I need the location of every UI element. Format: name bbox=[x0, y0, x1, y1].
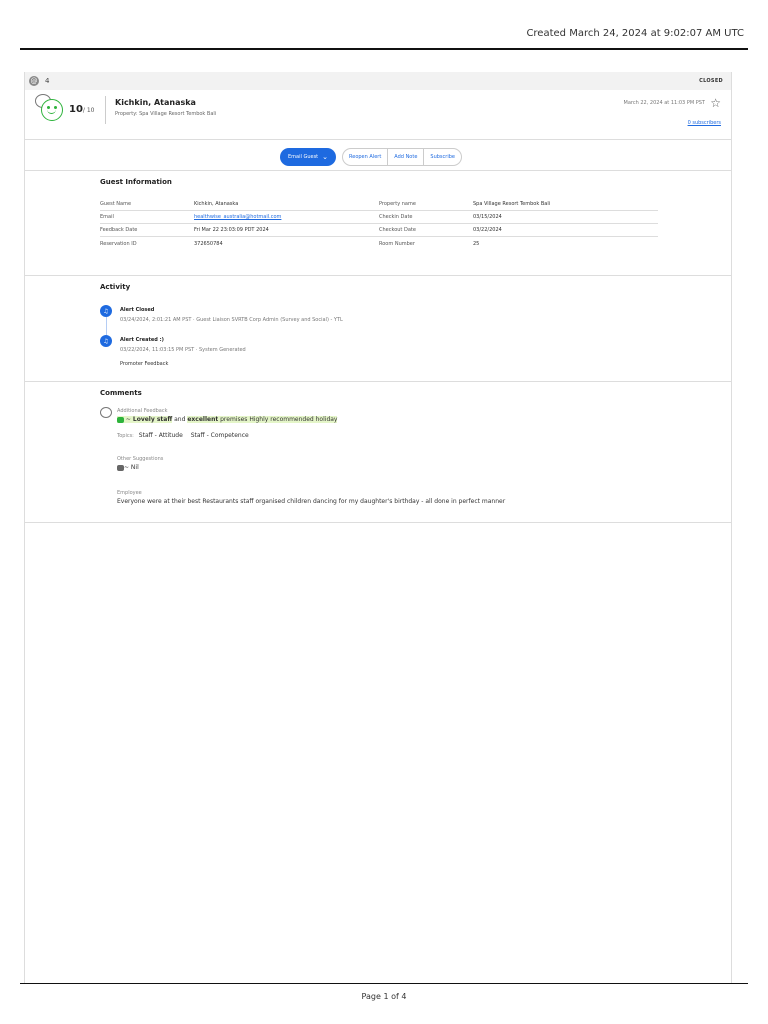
info-label: Property name bbox=[379, 201, 416, 207]
additional-feedback-text: ~ Lovely staff and excellent premises Hi… bbox=[117, 416, 338, 423]
score: 10/ 10 bbox=[69, 104, 95, 115]
topics: Topics: Staff - Attitude Staff - Compete… bbox=[117, 432, 255, 439]
alert-id-bar: @ 4 CLOSED bbox=[25, 72, 731, 90]
action-button-group: Reopen Alert Add Note Subscribe bbox=[342, 148, 462, 166]
activity-title: Activity bbox=[100, 283, 131, 291]
info-label: Checkin Date bbox=[379, 214, 413, 220]
topic-tag: Staff - Competence bbox=[190, 432, 249, 439]
employee-label: Employee bbox=[117, 490, 142, 496]
info-label: Email bbox=[100, 214, 114, 220]
info-row: Reservation ID 372650784 Room Number 25 bbox=[100, 237, 658, 250]
alert-id: 4 bbox=[45, 77, 50, 85]
guest-info-table: Guest Name Kichkin, Atanaska Property nam… bbox=[100, 198, 658, 250]
subscribers-link[interactable]: 0 subscribers bbox=[688, 120, 721, 126]
info-value: Spa Village Resort Tembok Bali bbox=[473, 201, 551, 207]
bell-icon: ♫ bbox=[100, 335, 112, 347]
created-timestamp: Created March 24, 2024 at 9:02:07 AM UTC bbox=[526, 28, 744, 39]
star-icon[interactable]: ☆ bbox=[710, 96, 721, 110]
positive-sentiment-icon bbox=[117, 416, 124, 423]
header-divider bbox=[105, 96, 106, 124]
info-label: Room Number bbox=[379, 240, 415, 247]
activity-meta: 03/22/2024, 11:03:15 PM PST · System Gen… bbox=[120, 347, 246, 353]
divider bbox=[24, 170, 732, 171]
smiley-icon bbox=[35, 94, 65, 124]
divider bbox=[24, 522, 732, 523]
alert-icon: @ bbox=[29, 76, 39, 86]
top-rule bbox=[20, 48, 748, 50]
employee-text: Everyone were at their best Restaurants … bbox=[117, 498, 506, 505]
info-label: Reservation ID bbox=[100, 240, 137, 247]
subscribe-button[interactable]: Subscribe bbox=[424, 149, 461, 165]
info-value: 372650784 bbox=[194, 240, 223, 247]
neutral-sentiment-icon bbox=[117, 464, 124, 471]
email-link[interactable]: healthwise_australia@hotmail.com bbox=[194, 214, 281, 220]
info-label: Guest Name bbox=[100, 201, 132, 207]
info-value: 03/22/2024 bbox=[473, 227, 502, 233]
info-row: Guest Name Kichkin, Atanaska Property nam… bbox=[100, 198, 658, 211]
info-label: Feedback Date bbox=[100, 227, 138, 233]
bottom-rule bbox=[20, 983, 748, 984]
chevron-down-icon: ⌄ bbox=[322, 153, 329, 161]
page-number: Page 1 of 4 bbox=[361, 992, 407, 1001]
info-value: Kichkin, Atanaska bbox=[194, 201, 239, 207]
status-badge: CLOSED bbox=[699, 78, 723, 84]
guest-info-title: Guest Information bbox=[100, 178, 172, 186]
action-bar: Email Guest ⌄ Reopen Alert Add Note Subsc… bbox=[0, 142, 768, 172]
activity-title-text: Alert Created :) bbox=[120, 337, 164, 343]
add-note-button[interactable]: Add Note bbox=[388, 149, 425, 165]
property-line: Property: Spa Village Resort Tembok Bali bbox=[115, 111, 217, 117]
topics-label: Topics: bbox=[117, 433, 134, 439]
info-value: 25 bbox=[473, 240, 480, 247]
additional-feedback-label: Additional Feedback bbox=[117, 408, 168, 414]
email-guest-button[interactable]: Email Guest ⌄ bbox=[280, 148, 336, 166]
info-value: 03/15/2024 bbox=[473, 214, 502, 220]
divider bbox=[24, 381, 732, 382]
activity-title-text: Alert Closed bbox=[120, 307, 155, 313]
suggestions-label: Other Suggestions bbox=[117, 456, 164, 462]
info-row: Email healthwise_australia@hotmail.com Ch… bbox=[100, 211, 658, 224]
comments-title: Comments bbox=[100, 389, 142, 397]
activity-note: Promoter Feedback bbox=[120, 361, 169, 367]
alert-date: March 22, 2024 at 11:03 PM PST bbox=[623, 100, 705, 106]
info-value: Fri Mar 22 23:03:09 PDT 2024 bbox=[194, 227, 269, 233]
divider bbox=[24, 275, 732, 276]
reopen-alert-button[interactable]: Reopen Alert bbox=[343, 149, 389, 165]
timeline-line bbox=[106, 317, 107, 335]
suggestions-text: ~ Nil bbox=[117, 464, 139, 471]
comment-icon bbox=[100, 407, 112, 418]
info-label: Checkout Date bbox=[379, 227, 416, 233]
info-row: Feedback Date Fri Mar 22 23:03:09 PDT 202… bbox=[100, 224, 658, 237]
alert-header: 10/ 10 Kichkin, Atanaska Property: Spa V… bbox=[25, 90, 731, 140]
bell-icon: ♫ bbox=[100, 305, 112, 317]
topic-tag: Staff - Attitude bbox=[138, 432, 183, 439]
guest-name: Kichkin, Atanaska bbox=[115, 98, 196, 107]
activity-meta: 03/24/2024, 2:01:21 AM PST · Guest Liais… bbox=[120, 317, 343, 323]
